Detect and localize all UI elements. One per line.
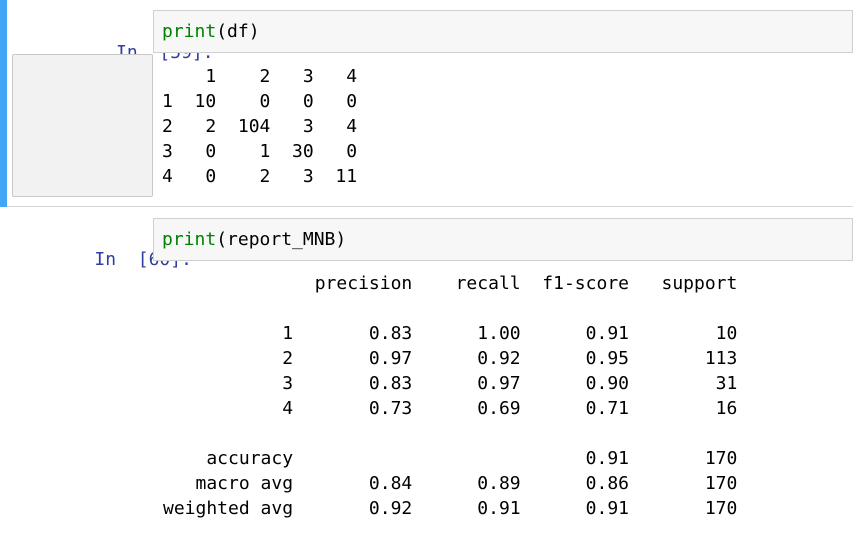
dataframe-output-line: 1 2 3 4 [162, 66, 358, 87]
selected-cell-indicator [0, 0, 7, 207]
output-collapser[interactable] [12, 54, 153, 197]
dataframe-output-line: 2 2 104 3 4 [162, 116, 358, 137]
builtin-print: print [162, 21, 217, 42]
code-input-60[interactable]: print(report_MNB) [153, 218, 853, 261]
dataframe-output-line: 1 10 0 0 0 [162, 91, 358, 112]
code-text: print(report_MNB) [162, 229, 346, 250]
code-cell-59[interactable]: In [59]: print(df) 1 2 3 41 10 0 0 02 2 … [0, 0, 853, 207]
code-args: (report_MNB) [216, 229, 347, 250]
dataframe-output-line: 4 0 2 3 11 [162, 166, 358, 187]
report-output-line: 4 0.73 0.69 0.71 16 [163, 398, 738, 419]
code-text: print(df) [162, 21, 260, 42]
report-output-line: 2 0.97 0.92 0.95 113 [163, 348, 738, 369]
report-output-line: precision recall f1-score support [163, 273, 738, 294]
report-output-line: macro avg 0.84 0.89 0.86 170 [163, 473, 738, 494]
dataframe-output-line: 3 0 1 30 0 [162, 141, 358, 162]
notebook: In [59]: print(df) 1 2 3 41 10 0 0 02 2 … [0, 0, 853, 540]
code-input-59[interactable]: print(df) [153, 10, 853, 53]
report-output-line: weighted avg 0.92 0.91 0.91 170 [163, 498, 738, 519]
report-output-line: 1 0.83 1.00 0.91 10 [163, 323, 738, 344]
report-output-line: 3 0.83 0.97 0.90 31 [163, 373, 738, 394]
builtin-print: print [162, 229, 217, 250]
code-args: (df) [216, 21, 260, 42]
report-output-line: accuracy 0.91 170 [163, 448, 738, 469]
prompt-in-label: In [94, 249, 117, 270]
